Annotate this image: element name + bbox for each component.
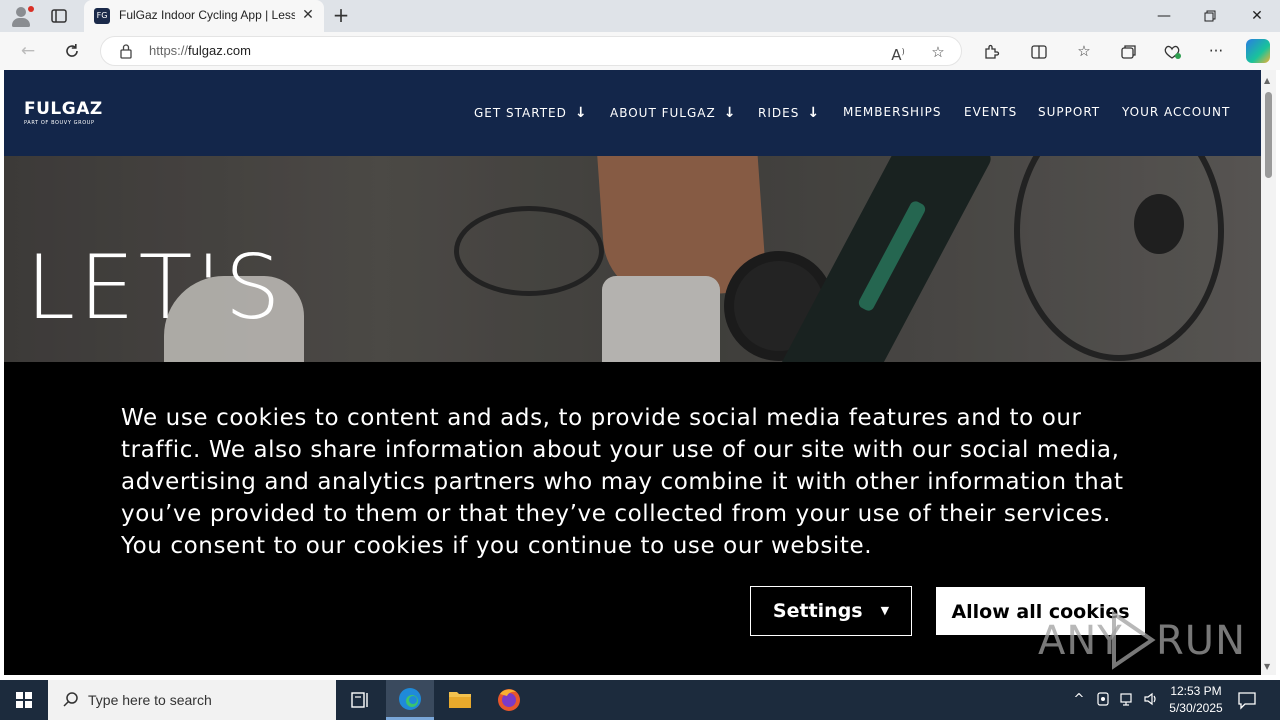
edge-taskbar-icon[interactable]: [386, 680, 434, 720]
collections-icon[interactable]: [1117, 40, 1139, 62]
minimize-icon[interactable]: —: [1141, 0, 1187, 32]
fulgaz-logo[interactable]: FULGAZ PART OF BOUVY GROUP: [24, 101, 103, 127]
anyrun-watermark: ANY RUN: [1038, 610, 1245, 670]
nav-get-started[interactable]: GET STARTED ↓: [474, 105, 588, 121]
chevron-down-icon: ↓: [807, 105, 821, 121]
read-aloud-icon[interactable]: A): [887, 41, 909, 64]
network-icon[interactable]: [1118, 691, 1136, 709]
firefox-icon[interactable]: [485, 680, 533, 720]
refresh-icon[interactable]: [61, 40, 83, 62]
page-scrollbar[interactable]: ▲ ▼: [1261, 70, 1276, 675]
task-view-icon[interactable]: [336, 680, 384, 720]
scroll-up-icon[interactable]: ▲: [1264, 76, 1270, 85]
more-menu-icon[interactable]: ···: [1205, 40, 1227, 62]
nav-about-fulgaz[interactable]: ABOUT FULGAZ ↓: [610, 105, 736, 121]
cookie-consent-text: We use cookies to content and ads, to pr…: [121, 405, 1124, 559]
browser-tab-strip: FG FulGaz Indoor Cycling App | Less ✕ + …: [0, 0, 1280, 32]
hero-title: LET'S: [26, 236, 285, 339]
chevron-down-icon: ↓: [723, 105, 737, 121]
search-icon: [62, 691, 80, 709]
chevron-down-icon: ↓: [574, 105, 588, 121]
close-tab-icon[interactable]: ✕: [300, 7, 316, 23]
close-window-icon[interactable]: ✕: [1234, 0, 1280, 32]
nav-your-account[interactable]: YOUR ACCOUNT: [1122, 105, 1230, 121]
new-tab-icon[interactable]: +: [330, 5, 352, 27]
split-screen-icon[interactable]: [1028, 40, 1050, 62]
tab-actions-icon[interactable]: [50, 7, 68, 25]
browser-tab-active[interactable]: FG FulGaz Indoor Cycling App | Less ✕: [84, 0, 324, 32]
tray-device-icon[interactable]: [1094, 691, 1112, 709]
volume-icon[interactable]: [1142, 691, 1160, 709]
tab-title: FulGaz Indoor Cycling App | Less: [119, 8, 295, 22]
favorites-icon[interactable]: ☆: [1073, 40, 1095, 62]
nav-support[interactable]: SUPPORT: [1038, 105, 1100, 121]
nav-events[interactable]: EVENTS: [964, 105, 1017, 121]
scroll-down-icon[interactable]: ▼: [1264, 662, 1270, 671]
play-triangle-icon: [1112, 610, 1156, 670]
site-favicon-icon: FG: [94, 8, 110, 24]
search-placeholder: Type here to search: [88, 692, 212, 708]
url-text: https://fulgaz.com: [149, 43, 251, 58]
caret-down-icon: ▼: [880, 604, 890, 617]
site-header: FULGAZ PART OF BOUVY GROUP GET STARTED ↓ …: [4, 70, 1261, 156]
favorite-star-icon[interactable]: ☆: [927, 41, 949, 63]
extensions-icon[interactable]: [980, 40, 1002, 62]
browser-toolbar: ← https://fulgaz.com A) ☆ ☆ ···: [0, 32, 1280, 70]
copilot-icon[interactable]: [1246, 39, 1270, 63]
windows-taskbar: Type here to search ^ 12:53 PM 5/30/2025: [0, 680, 1280, 720]
profile-icon[interactable]: [8, 4, 34, 28]
page-viewport: FULGAZ PART OF BOUVY GROUP GET STARTED ↓ …: [4, 70, 1261, 675]
taskbar-search-box[interactable]: Type here to search: [48, 680, 336, 720]
browser-essentials-icon[interactable]: [1161, 40, 1183, 62]
nav-rides[interactable]: RIDES ↓: [758, 105, 820, 121]
back-icon[interactable]: ←: [17, 40, 39, 62]
hero-banner: LET'S: [4, 156, 1261, 362]
address-bar[interactable]: https://fulgaz.com A) ☆: [100, 36, 962, 66]
scrollbar-thumb[interactable]: [1265, 92, 1272, 178]
restore-icon[interactable]: [1187, 0, 1233, 32]
lock-icon[interactable]: [119, 43, 133, 59]
file-explorer-icon[interactable]: [436, 680, 484, 720]
nav-memberships[interactable]: MEMBERSHIPS: [843, 105, 941, 121]
tray-chevron-icon[interactable]: ^: [1070, 691, 1088, 709]
cookie-settings-button[interactable]: Settings ▼: [750, 586, 912, 636]
windows-start-icon[interactable]: [0, 680, 48, 720]
notifications-icon[interactable]: [1236, 690, 1258, 710]
taskbar-clock[interactable]: 12:53 PM 5/30/2025: [1160, 683, 1232, 717]
